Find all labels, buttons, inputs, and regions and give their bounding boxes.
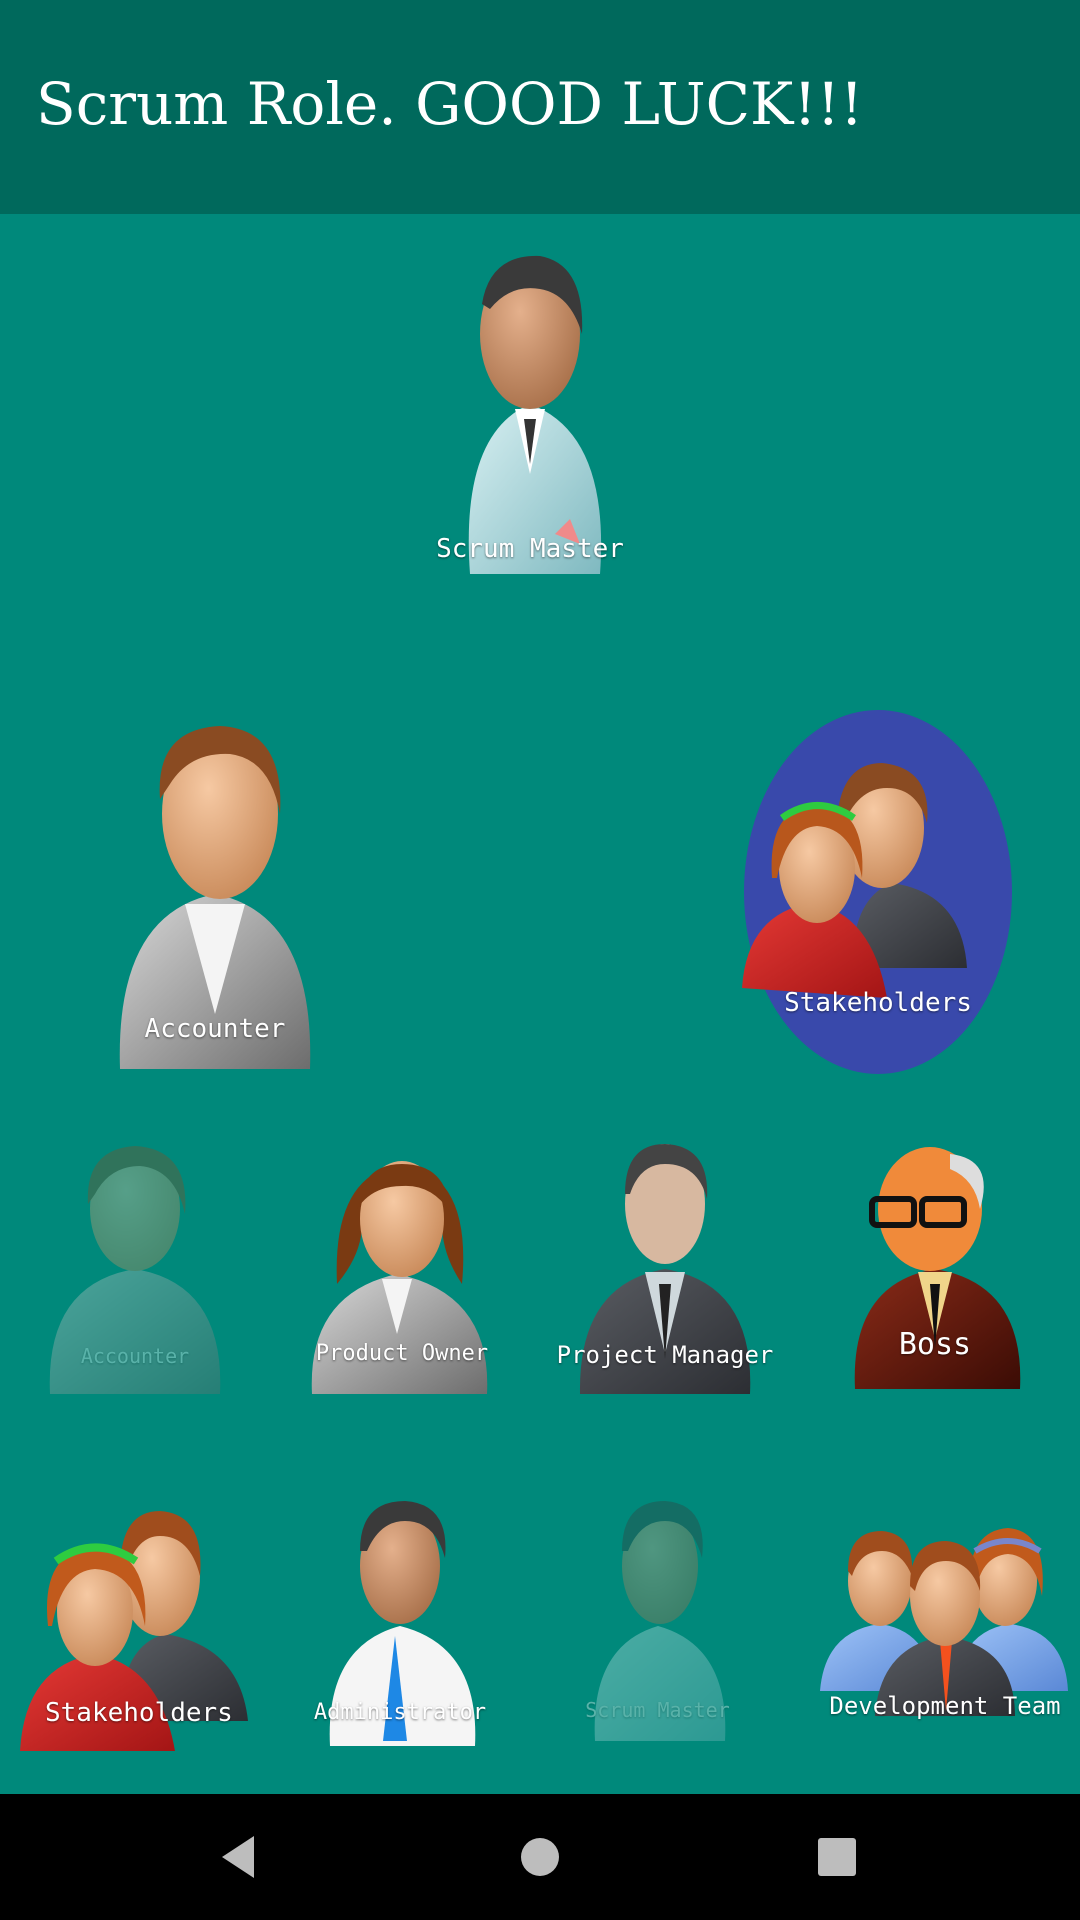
role-stakeholders-label: Stakeholders bbox=[45, 1698, 233, 1728]
target-right-label: Stakeholders bbox=[784, 988, 972, 1018]
role-accounter[interactable]: Accounter bbox=[40, 1134, 230, 1399]
target-left-accounter[interactable]: Accounter bbox=[110, 714, 320, 1074]
target-top-label: Scrum Master bbox=[436, 534, 624, 564]
role-administrator[interactable]: Administrator bbox=[295, 1496, 505, 1756]
target-top-scrum-master[interactable]: Scrum Master bbox=[420, 234, 640, 584]
role-boss-label: Boss bbox=[898, 1327, 972, 1362]
role-product-owner[interactable]: Product Owner bbox=[292, 1134, 512, 1399]
target-left-label: Accounter bbox=[144, 1014, 286, 1044]
system-nav-bar bbox=[0, 1794, 1080, 1920]
recents-square-icon[interactable] bbox=[812, 1832, 862, 1882]
role-product-owner-label: Product Owner bbox=[315, 1341, 489, 1366]
back-triangle-icon[interactable] bbox=[214, 1832, 264, 1882]
scrum-master-avatar-icon bbox=[468, 255, 602, 574]
role-development-team[interactable]: Development Team bbox=[820, 1496, 1070, 1756]
role-boss[interactable]: Boss bbox=[830, 1134, 1040, 1399]
role-project-manager-label: Project Manager bbox=[556, 1341, 774, 1369]
role-development-team-label: Development Team bbox=[829, 1692, 1061, 1720]
game-board: Scrum Master Accounter Stakeholders Acco… bbox=[0, 214, 1080, 1794]
stakeholders-avatar-icon bbox=[742, 763, 967, 998]
app-title: Scrum Role. GOOD LUCK!!! bbox=[36, 70, 864, 138]
role-project-manager[interactable]: Project Manager bbox=[550, 1134, 780, 1399]
role-scrum-master-label: Scrum Master bbox=[585, 1698, 730, 1722]
target-right-stakeholders[interactable]: Stakeholders bbox=[742, 708, 1014, 1076]
home-circle-icon[interactable] bbox=[515, 1832, 565, 1882]
role-administrator-label: Administrator bbox=[313, 1700, 487, 1725]
role-stakeholders[interactable]: Stakeholders bbox=[20, 1496, 255, 1756]
role-scrum-master[interactable]: Scrum Master bbox=[560, 1496, 755, 1756]
app-bar: Scrum Role. GOOD LUCK!!! bbox=[0, 0, 1080, 214]
role-accounter-label: Accounter bbox=[80, 1344, 190, 1368]
